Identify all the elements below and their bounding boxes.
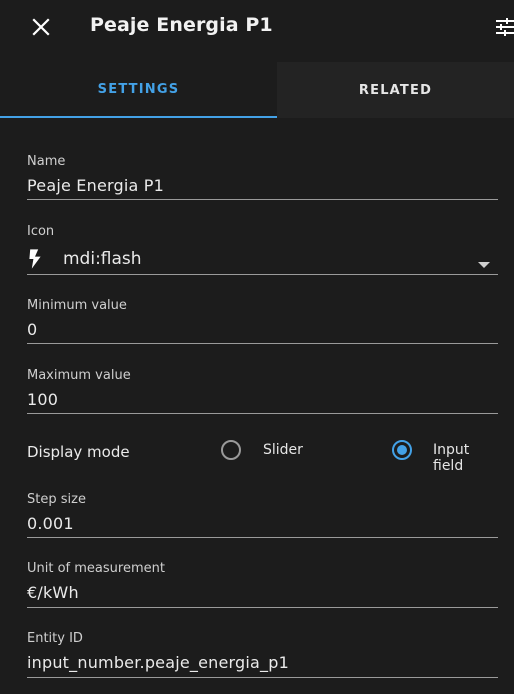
tab-bar: Settings Related (0, 62, 514, 118)
dropdown-arrow-icon[interactable] (478, 262, 490, 268)
step-size-field[interactable]: Step size 0.001 (27, 492, 498, 539)
input-field-radio[interactable] (392, 440, 412, 460)
icon-label: Icon (27, 224, 55, 239)
name-field[interactable]: Name Peaje Energia P1 (27, 154, 498, 201)
unit-value: €/kWh (27, 583, 79, 602)
step-label: Step size (27, 492, 86, 507)
name-label: Name (27, 154, 66, 169)
field-underline (27, 677, 498, 678)
entity-id-label: Entity ID (27, 631, 83, 646)
tab-settings[interactable]: Settings (0, 62, 277, 118)
maximum-value: 100 (27, 390, 59, 409)
close-icon (32, 18, 50, 36)
unit-of-measurement-field[interactable]: Unit of measurement €/kWh (27, 561, 498, 608)
icon-picker[interactable]: Icon mdi:flash (27, 224, 498, 276)
field-underline (27, 537, 498, 538)
field-underline (27, 274, 498, 275)
slider-radio[interactable] (221, 440, 241, 460)
field-underline (27, 343, 498, 344)
minimum-value-field[interactable]: Minimum value 0 (27, 298, 498, 345)
close-button[interactable] (28, 14, 54, 40)
entity-id-field[interactable]: Entity ID input_number.peaje_energia_p1 (27, 631, 498, 678)
tune-icon (496, 18, 514, 36)
icon-value: mdi:flash (63, 249, 142, 269)
maximum-value-field[interactable]: Maximum value 100 (27, 368, 498, 415)
dialog-title: Peaje Energia P1 (90, 14, 273, 36)
step-value: 0.001 (27, 514, 74, 533)
display-mode-label: Display mode (27, 443, 130, 461)
minimum-value: 0 (27, 320, 38, 339)
field-underline (27, 413, 498, 414)
field-underline (27, 607, 498, 608)
dialog-header: Peaje Energia P1 (0, 0, 514, 56)
display-mode-group: Display mode Slider Input field (27, 436, 499, 474)
name-value: Peaje Energia P1 (27, 176, 165, 195)
input-field-radio-label[interactable]: Input field (433, 442, 499, 474)
advanced-settings-button[interactable] (492, 14, 514, 40)
flash-icon (27, 245, 55, 273)
slider-radio-label[interactable]: Slider (263, 442, 303, 458)
field-underline (27, 199, 498, 200)
minimum-label: Minimum value (27, 298, 127, 313)
entity-id-value: input_number.peaje_energia_p1 (27, 653, 289, 672)
maximum-label: Maximum value (27, 368, 131, 383)
unit-label: Unit of measurement (27, 561, 165, 576)
tab-related[interactable]: Related (277, 62, 514, 118)
